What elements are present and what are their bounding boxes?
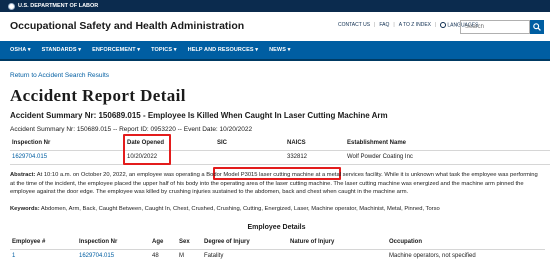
column-header: Employee # — [10, 235, 77, 250]
utility-links: CONTACT US | FAQ | A TO Z INDEX | LANGUA… — [338, 22, 478, 28]
abstract-highlighted-text: a Bodor Model P3015 laser cutting machin… — [201, 172, 314, 178]
inspection-table: Inspection Nr Date Opened SIC NAICS Esta… — [10, 136, 550, 165]
accident-summary-heading: Accident Summary Nr: 150689.015 - Employ… — [10, 111, 388, 120]
age-cell: 48 — [152, 253, 159, 260]
divider: | — [393, 22, 395, 29]
column-header: SIC — [215, 136, 285, 151]
employee-details-caption: Employee Details — [247, 224, 306, 231]
faq-link[interactable]: FAQ — [379, 22, 389, 28]
column-header: Sex — [177, 235, 202, 250]
column-header: Inspection Nr — [77, 235, 150, 250]
employee-details-table: Employee # Inspection Nr Age Sex Degree … — [10, 235, 545, 263]
contact-us-link[interactable]: CONTACT US — [338, 22, 370, 28]
inspection-number-link[interactable]: 1629704.015 — [79, 253, 114, 259]
back-to-search-results-link[interactable]: Return to Accident Search Results — [10, 72, 109, 79]
nav-item-osha[interactable]: OSHA ▾ — [10, 47, 31, 53]
column-header: Nature of Injury — [288, 235, 387, 250]
agency-name[interactable]: Occupational Safety and Health Administr… — [10, 20, 244, 32]
abstract-label: Abstract: — [10, 172, 36, 178]
employee-number-cell: 1 — [10, 249, 77, 263]
keywords-paragraph: Keywords: Abdomen, Arm, Back, Caught Bet… — [10, 205, 543, 213]
nav-item-help-and-resources[interactable]: HELP AND RESOURCES ▾ — [188, 47, 258, 53]
column-header: Age — [150, 235, 177, 250]
occupation-cell: Machine operators, not specified — [389, 253, 476, 260]
keywords-text: Abdomen, Arm, Back, Caught Between, Caug… — [39, 206, 440, 212]
sex-cell: M — [179, 253, 184, 260]
a-to-z-index-link[interactable]: A TO Z INDEX — [399, 22, 431, 28]
nav-item-topics[interactable]: TOPICS ▾ — [151, 47, 176, 53]
sic-cell — [215, 150, 285, 165]
table-row: 1629704.015 10/20/2022 332812 Wolf Powde… — [10, 150, 550, 165]
column-header: NAICS — [285, 136, 345, 151]
search-field — [460, 20, 530, 34]
inspection-number-cell: 1629704.015 — [77, 249, 150, 263]
establishment-name-cell: Wolf Powder Coating Inc — [345, 150, 550, 165]
column-header: Inspection Nr — [10, 136, 125, 151]
page-title: Accident Report Detail — [10, 86, 186, 105]
table-row: 1 1629704.015 48 M Fatality Machine oper… — [10, 249, 545, 263]
naics-cell: 332812 — [285, 150, 345, 165]
search-input[interactable] — [461, 24, 511, 30]
divider: | — [435, 22, 437, 29]
globe-icon — [440, 22, 447, 28]
table-header-row: Employee # Inspection Nr Age Sex Degree … — [10, 235, 545, 250]
employee-number-link[interactable]: 1 — [12, 253, 15, 259]
date-opened-highlight — [123, 134, 171, 165]
abstract-text-before: At 10:10 a.m. on October 20, 2022, an em… — [35, 172, 202, 178]
column-header: Degree of Injury — [202, 235, 288, 250]
inspection-number-link[interactable]: 1629704.015 — [12, 154, 47, 160]
gov-banner: U.S. DEPARTMENT OF LABOR — [0, 0, 550, 12]
nature-of-injury-cell — [288, 249, 387, 263]
search-icon — [533, 23, 541, 31]
gov-banner-label: U.S. DEPARTMENT OF LABOR — [18, 3, 99, 9]
nav-item-standards[interactable]: STANDARDS ▾ — [42, 47, 82, 53]
accident-summary-meta: Accident Summary Nr: 150689.015 -- Repor… — [10, 126, 253, 133]
nav-item-news[interactable]: NEWS ▾ — [269, 47, 290, 53]
table-header-row: Inspection Nr Date Opened SIC NAICS Esta… — [10, 136, 550, 151]
keywords-label: Keywords: — [10, 206, 40, 212]
degree-of-injury-cell: Fatality — [204, 253, 224, 260]
main-nav: OSHA ▾ STANDARDS ▾ ENFORCEMENT ▾ TOPICS … — [0, 41, 550, 61]
search-button[interactable] — [530, 20, 544, 34]
nav-item-enforcement[interactable]: ENFORCEMENT ▾ — [92, 47, 140, 53]
abstract-paragraph: Abstract: At 10:10 a.m. on October 20, 2… — [10, 171, 543, 197]
column-header: Occupation — [387, 235, 545, 250]
column-header: Establishment Name — [345, 136, 550, 151]
inspection-number-cell: 1629704.015 — [10, 150, 125, 165]
divider: | — [374, 22, 376, 29]
dol-seal-icon — [8, 2, 15, 10]
site-header: Occupational Safety and Health Administr… — [0, 12, 550, 41]
